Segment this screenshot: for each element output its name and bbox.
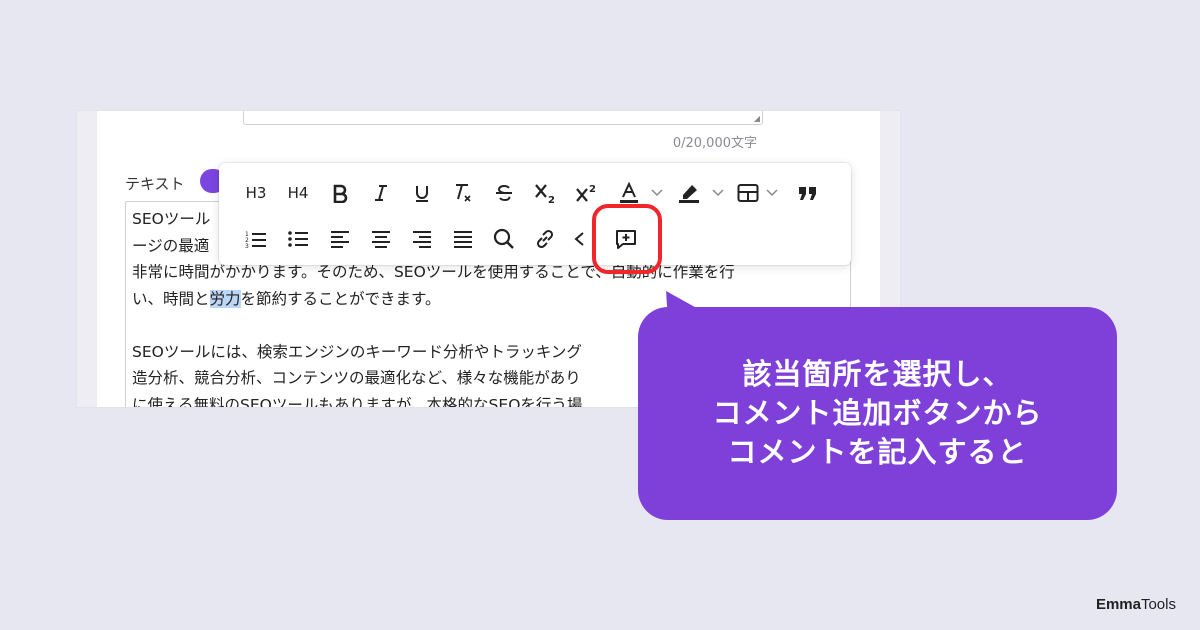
selected-text: 労力 — [209, 289, 241, 308]
table-icon — [737, 184, 759, 202]
italic-icon — [375, 185, 387, 201]
editor-line: SEOツールには、検索エンジンのキーワード分析やトラッキング — [132, 342, 582, 361]
code-button[interactable] — [569, 222, 591, 256]
underline-icon — [416, 186, 428, 202]
bullet-list-icon — [288, 231, 308, 247]
add-comment-button[interactable] — [609, 222, 643, 256]
table-dropdown[interactable] — [765, 176, 779, 210]
callout-bubble: 該当箇所を選択し、 コメント追加ボタンから コメントを記入すると — [638, 307, 1117, 520]
bullet-list-button[interactable] — [281, 222, 315, 256]
editor-line: を節約することができます。 — [240, 289, 441, 308]
link-icon — [536, 229, 554, 249]
italic-button[interactable] — [364, 176, 398, 210]
highlighter-icon — [679, 185, 699, 203]
callout-line: 該当箇所を選択し、 — [742, 357, 1013, 391]
editor-line: 非常に時間がかかります。そのため、SEOツールを使用することで、自動的に作業を行 — [132, 263, 735, 281]
svg-text:2: 2 — [548, 195, 555, 204]
quote-icon — [799, 187, 816, 200]
editor-line: に使える無料のSEOツールもありますが、本格的なSEOを行う場 — [132, 395, 583, 408]
subscript-icon: 2 — [535, 184, 555, 204]
comment-add-icon — [616, 230, 636, 249]
editor-line: 造分析、競合分析、コンテンツの最適化など、様々な機能があり — [132, 369, 581, 387]
bold-button[interactable] — [323, 176, 357, 210]
callout-line: コメント追加ボタンから — [712, 396, 1043, 430]
text-color-dropdown[interactable] — [650, 176, 664, 210]
clear-format-button[interactable] — [446, 176, 480, 210]
brand-part2: Tools — [1140, 596, 1176, 613]
heading-3-button[interactable]: H3 — [239, 176, 273, 210]
editor-line: ージの最適 — [132, 236, 210, 255]
quote-button[interactable] — [791, 176, 825, 210]
bold-icon — [333, 184, 348, 203]
code-icon — [574, 232, 584, 246]
editor-line: い、時間と — [132, 289, 210, 308]
underline-button[interactable] — [405, 176, 439, 210]
align-right-button[interactable] — [405, 222, 439, 256]
align-right-icon — [413, 231, 431, 248]
brand-logo: EmmaTools — [1096, 596, 1176, 613]
chevron-down-icon — [712, 189, 724, 197]
search-icon — [493, 228, 514, 249]
text-color-icon — [620, 182, 638, 203]
highlight-color-button[interactable] — [672, 176, 706, 210]
ordered-list-icon: 123 — [245, 231, 266, 249]
callout-line: コメントを記入すると — [727, 435, 1028, 469]
align-justify-button[interactable] — [446, 222, 480, 256]
heading-3-label: H3 — [245, 184, 267, 202]
brand-part1: Emma — [1095, 596, 1141, 613]
ordered-list-button[interactable]: 123 — [239, 222, 273, 256]
align-justify-icon — [454, 231, 472, 248]
highlight-color-dropdown[interactable] — [711, 176, 725, 210]
text-field-label: テキスト — [125, 175, 185, 193]
formatting-toolbar: H3 H4 2 2 123 — [219, 163, 851, 265]
text-color-button[interactable] — [612, 176, 646, 210]
panel-left-edge — [77, 111, 97, 407]
link-button[interactable] — [528, 222, 562, 256]
heading-4-label: H4 — [287, 184, 309, 202]
table-button[interactable] — [731, 176, 765, 210]
subscript-button[interactable]: 2 — [528, 176, 562, 210]
heading-4-button[interactable]: H4 — [281, 176, 315, 210]
align-center-icon — [372, 231, 390, 248]
strikethrough-icon — [496, 184, 512, 202]
previous-textarea[interactable]: ◢ — [243, 111, 763, 125]
strikethrough-button[interactable] — [487, 176, 521, 210]
clear-format-icon — [456, 184, 471, 202]
chevron-down-icon — [766, 189, 778, 197]
chevron-down-icon — [651, 189, 663, 197]
editor-line: SEOツール — [132, 210, 211, 228]
svg-text:2: 2 — [589, 184, 596, 195]
svg-text:3: 3 — [245, 243, 249, 249]
superscript-button[interactable]: 2 — [569, 176, 603, 210]
align-left-icon — [331, 231, 349, 248]
char-count: 0/20,000文字 — [672, 136, 757, 151]
superscript-icon: 2 — [576, 184, 596, 202]
align-center-button[interactable] — [364, 222, 398, 256]
search-button[interactable] — [487, 222, 521, 256]
resize-handle-icon[interactable]: ◢ — [754, 115, 760, 123]
align-left-button[interactable] — [323, 222, 357, 256]
